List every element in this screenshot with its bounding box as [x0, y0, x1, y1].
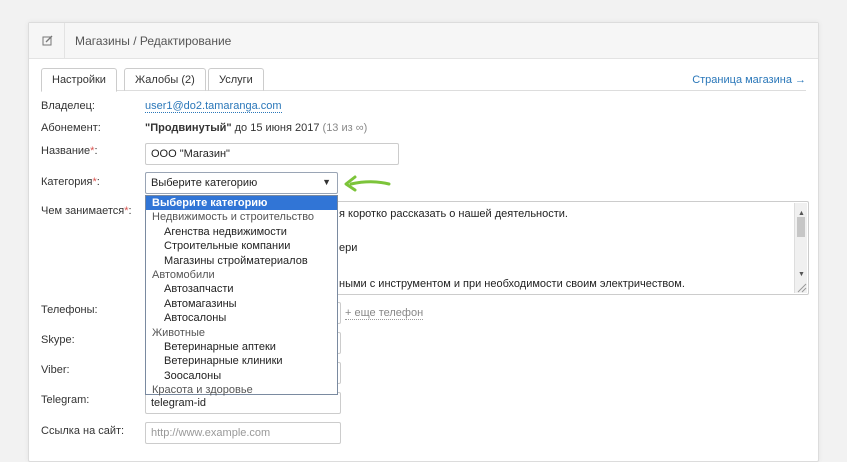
name-label-text: Название — [41, 145, 91, 157]
scroll-thumb[interactable] — [797, 217, 805, 237]
add-phone-link[interactable]: + еще телефон — [345, 307, 424, 320]
dropdown-option[interactable]: Выберите категорию — [146, 196, 337, 211]
dropdown-option[interactable]: Ветеринарные аптеки — [146, 340, 337, 354]
textarea-scrollbar[interactable]: ▲ ▼ — [794, 203, 807, 293]
category-label: Категория*: — [41, 176, 100, 188]
dropdown-group: Недвижимость и строительство — [152, 211, 315, 224]
owner-label: Владелец: — [41, 100, 95, 112]
about-line-1: я коротко рассказать о нашей деятельност… — [339, 208, 568, 220]
website-label: Ссылка на сайт: — [41, 425, 125, 437]
telegram-label: Telegram: — [41, 394, 90, 406]
tab-complaints[interactable]: Жалобы (2) — [124, 68, 206, 91]
name-input[interactable]: ООО "Магазин" — [145, 143, 399, 165]
about-line-3: ными с инструментом и при необходимости … — [339, 278, 685, 290]
skype-label: Skype: — [41, 334, 75, 346]
about-label: Чем занимается*: — [41, 205, 132, 217]
dropdown-option[interactable]: Ветеринарные клиники — [146, 354, 337, 368]
dropdown-group: Животные — [152, 326, 206, 339]
arrow-left-icon — [344, 175, 391, 192]
category-select[interactable]: Выберите категорию ▼ — [145, 172, 338, 194]
subscription-until: до 15 июня 2017 — [231, 122, 323, 134]
dropdown-option[interactable]: Автозапчасти — [146, 282, 337, 296]
dropdown-group: Красота и здоровье — [152, 384, 253, 397]
owner-email-link[interactable]: user1@do2.tamaranga.com — [145, 100, 282, 113]
dropdown-option[interactable]: Автосалоны — [146, 311, 337, 325]
tab-settings[interactable]: Настройки — [41, 68, 117, 92]
dropdown-option[interactable]: Строительные компании — [146, 239, 337, 253]
category-label-text: Категория — [41, 176, 93, 188]
category-selected-value: Выберите категорию — [151, 177, 258, 189]
subscription-label: Абонемент: — [41, 122, 101, 134]
tab-services[interactable]: Услуги — [208, 68, 264, 91]
website-input[interactable]: http://www.example.com — [145, 422, 341, 444]
about-label-text: Чем занимается — [41, 205, 125, 217]
edit-panel: Магазины / Редактирование Настройки Жало… — [28, 22, 819, 462]
resize-grip-icon[interactable] — [795, 281, 807, 293]
dropdown-option[interactable]: Магазины стройматериалов — [146, 254, 337, 268]
about-line-2: ери — [339, 242, 358, 254]
category-dropdown-list[interactable]: Выберите категорию Недвижимость и строите… — [145, 195, 338, 397]
dropdown-option[interactable]: Зоосалоны — [146, 369, 337, 383]
store-page-link[interactable]: Страница магазина → — [692, 74, 806, 86]
phones-label: Телефоны: — [41, 304, 98, 316]
subscription-plan: "Продвинутый" — [145, 122, 232, 134]
chevron-down-icon: ▼ — [322, 177, 331, 187]
page-title: Магазины / Редактирование — [75, 34, 232, 48]
owner-value: user1@do2.tamaranga.com — [145, 100, 282, 113]
dropdown-group: Автомобили — [152, 268, 215, 281]
edit-icon — [29, 23, 65, 59]
panel-header: Магазины / Редактирование — [29, 23, 818, 59]
viber-label: Viber: — [41, 364, 70, 376]
dropdown-option[interactable]: Автомагазины — [146, 297, 337, 311]
subscription-value: "Продвинутый" до 15 июня 2017 (13 из ∞) — [145, 122, 367, 134]
name-label: Название*: — [41, 145, 98, 157]
subscription-extra: (13 из ∞) — [322, 122, 368, 134]
dropdown-option[interactable]: Агенства недвижимости — [146, 225, 337, 239]
